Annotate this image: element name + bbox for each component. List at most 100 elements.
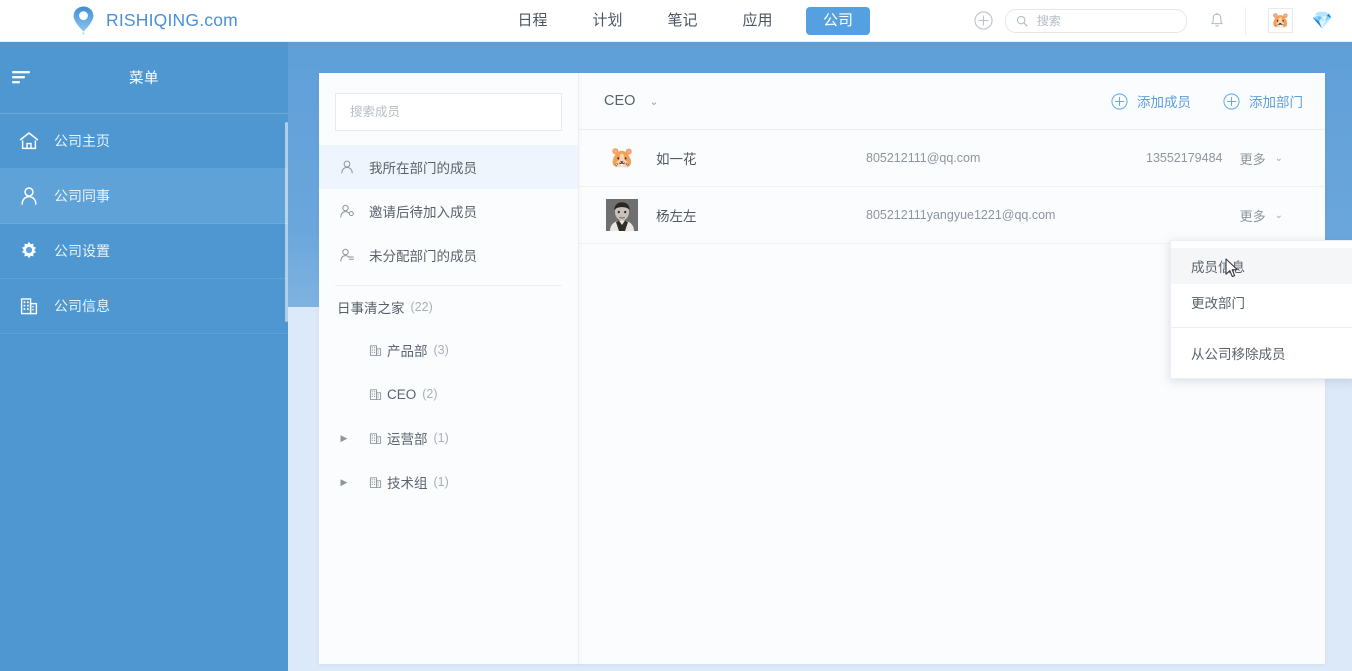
member-name: 杨左左 [656, 209, 697, 224]
pikachu-avatar-icon: 🐹 [609, 147, 635, 169]
table-row[interactable]: 杨左左 805212111yangyue1221@qq.com 更多 ⌄ [578, 187, 1325, 244]
chevron-down-icon[interactable]: ⌄ [649, 95, 658, 108]
member-name: 如一花 [656, 152, 697, 167]
more-actions-button[interactable]: 更多 ⌄ [1240, 206, 1283, 225]
tab-company-label: 公司 [805, 6, 870, 35]
building-icon [365, 388, 385, 401]
menu-item-remove-from-company[interactable]: 从公司移除成员 [1171, 335, 1352, 371]
search-input[interactable] [1034, 12, 1159, 29]
global-search[interactable] [1004, 8, 1187, 33]
building-icon [365, 432, 385, 445]
chevron-down-icon: ⌄ [1274, 152, 1283, 164]
more-label: 更多 [1239, 151, 1266, 167]
member-search-input[interactable] [348, 104, 549, 120]
department-item-product[interactable]: ▶ 产品部 (3) [319, 328, 578, 372]
add-member-label: 添加成员 [1137, 95, 1191, 110]
sidebar-header: 菜单 [0, 41, 288, 114]
sidebar-item-label: 公司信息 [54, 298, 110, 314]
department-label: 产品部 [387, 344, 428, 359]
sidebar-item-label: 公司主页 [54, 133, 110, 149]
group-count: (22) [410, 300, 433, 314]
department-count: (1) [433, 431, 449, 445]
sidebar-item-company-info[interactable]: 公司信息 [0, 279, 288, 334]
department-label: CEO [387, 386, 417, 402]
person-icon [339, 159, 367, 175]
member-search[interactable] [335, 93, 562, 131]
left-sidebar: 菜单 公司主页 公司同事 公司设置 公司信息 [0, 41, 288, 671]
building-icon [365, 476, 385, 489]
building-icon [10, 295, 48, 317]
sidebar-item-colleagues[interactable]: 公司同事 [0, 169, 288, 224]
sidebar-item-label: 公司同事 [54, 188, 110, 204]
page-title: CEO [604, 93, 636, 109]
member-email: 805212111@qq.com [866, 151, 981, 165]
circle-plus-icon[interactable] [974, 11, 993, 30]
sidebar-scrollbar[interactable] [285, 122, 288, 322]
more-actions-button[interactable]: 更多 ⌄ [1240, 149, 1283, 168]
bell-icon[interactable] [1209, 12, 1225, 29]
filter-pending-invited-members[interactable]: 邀请后待加入成员 [319, 189, 578, 233]
chevron-right-icon[interactable]: ▶ [337, 477, 351, 488]
table-row[interactable]: 🐹 如一花 805212111@qq.com 13552179484 更多 ⌄ [578, 130, 1325, 187]
menu-item-member-info[interactable]: 成员信息 [1171, 248, 1352, 284]
location-pin-icon [70, 5, 97, 35]
department-item-ceo[interactable]: ▶ CEO (2) [319, 372, 578, 416]
sidebar-item-company-home[interactable]: 公司主页 [0, 114, 288, 169]
member-filter-panel: 我所在部门的成员 邀请后待加入成员 未分配部门的成员 [319, 73, 579, 664]
tab-company[interactable]: 公司 [795, 0, 881, 41]
mouse-cursor-icon [1225, 258, 1241, 285]
circle-plus-icon [1111, 92, 1128, 110]
top-bar: RISHIQING.com 日程 计划 笔记 应用 公司 搜索 🐹 💎 [0, 0, 1352, 42]
filter-unassigned-members[interactable]: 未分配部门的成员 [319, 233, 578, 277]
search-icon [1016, 15, 1028, 26]
member-actions-dropdown: 成员信息 更改部门 从公司移除成员 [1170, 240, 1352, 379]
main-navigation: 日程 计划 笔记 应用 公司 [495, 0, 881, 41]
home-icon [10, 130, 48, 152]
sidebar-title: 菜单 [129, 70, 159, 87]
department-label: 运营部 [387, 432, 428, 447]
tab-schedule[interactable]: 日程 [495, 0, 570, 41]
person-pending-icon [339, 203, 367, 219]
group-label: 日事清之家 [337, 301, 405, 316]
top-right-toolbar: 🐹 💎 [974, 0, 1352, 41]
app-root: RISHIQING.com 日程 计划 笔记 应用 公司 搜索 🐹 💎 菜单 公… [0, 0, 1352, 671]
member-list-header: CEO ⌄ 添加成员 添加部门 [578, 73, 1325, 130]
add-member-button[interactable]: 添加成员 [1111, 91, 1191, 111]
add-department-label: 添加部门 [1249, 95, 1303, 110]
company-group-header[interactable]: 日事清之家 (22) [319, 286, 578, 328]
gear-icon [10, 240, 48, 262]
tab-apps[interactable]: 应用 [720, 0, 795, 41]
tab-notes[interactable]: 笔记 [645, 0, 720, 41]
more-label: 更多 [1239, 208, 1266, 224]
chevron-right-icon[interactable]: ▶ [337, 433, 351, 444]
menu-item-change-department[interactable]: 更改部门 [1171, 284, 1352, 320]
filter-label: 未分配部门的成员 [369, 249, 477, 264]
brand[interactable]: RISHIQING.com [70, 5, 238, 35]
pikachu-avatar-icon[interactable]: 🐹 [1267, 8, 1293, 33]
department-count: (1) [433, 475, 449, 489]
department-item-tech[interactable]: ▶ 技术组 (1) [319, 460, 578, 504]
hamburger-menu-icon[interactable] [8, 66, 36, 88]
person-icon [10, 185, 48, 207]
person-unassigned-icon [339, 247, 367, 263]
filter-label: 邀请后待加入成员 [369, 205, 477, 220]
member-email: 805212111yangyue1221@qq.com [866, 208, 1056, 222]
sidebar-item-company-settings[interactable]: 公司设置 [0, 224, 288, 279]
circle-plus-icon [1223, 92, 1240, 110]
toolbar-divider [1244, 6, 1246, 35]
filter-label: 我所在部门的成员 [369, 161, 477, 176]
diamond-icon[interactable]: 💎 [1312, 12, 1333, 29]
department-label: 技术组 [387, 476, 428, 491]
header-actions: 添加成员 添加部门 [1079, 73, 1303, 129]
sidebar-item-label: 公司设置 [54, 243, 110, 259]
department-count: (2) [422, 387, 438, 401]
department-item-operations[interactable]: ▶ 运营部 (1) [319, 416, 578, 460]
filter-my-department-members[interactable]: 我所在部门的成员 [319, 145, 578, 189]
tab-plan[interactable]: 计划 [570, 0, 645, 41]
add-department-button[interactable]: 添加部门 [1223, 91, 1303, 111]
